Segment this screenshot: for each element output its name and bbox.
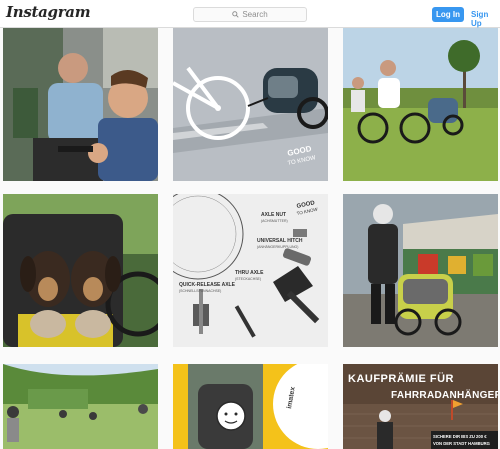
post-image-trailer-bonus-promo: KAUFPRÄMIE FÜR FAHRRADANHÄNGER SICHERE D… [343,364,498,449]
post-thumbnail-9[interactable]: KAUFPRÄMIE FÜR FAHRRADANHÄNGER SICHERE D… [343,364,498,449]
post-thumbnail-2[interactable]: GOOD TO KNOW [173,28,328,181]
quick-release-label: QUICK-RELEASE AXLE [179,282,236,288]
search-icon [232,11,239,18]
post-image-park-picnic [3,364,158,449]
post-image-trailer-with-baby-sticker: imatex [173,364,328,449]
promo-subline-2: VON DER STADT HAMBURG [433,441,490,446]
post-thumbnail-3[interactable] [343,28,498,181]
promo-subline-1: SICHERE DIR BIS ZU 200 € [433,434,487,439]
thru-axle-label: THRU AXLE [235,270,264,276]
post-image-axle-parts-illustration: AXLE NUT (ACHSMUTTER) UNIVERSAL HITCH (A… [173,194,328,347]
promo-headline-1: KAUFPRÄMIE FÜR [348,372,454,385]
post-image-dogs-in-trailer [3,194,158,347]
post-image-bike-trailer-illustration: GOOD TO KNOW [173,28,328,181]
post-image-family-cycling [343,28,498,181]
instagram-logo[interactable]: Instagram [6,3,91,21]
signup-link[interactable]: Sign Up [471,10,500,28]
post-thumbnail-6[interactable] [343,194,498,347]
universal-hitch-label: UNIVERSAL HITCH [257,238,303,244]
search-input[interactable]: Search [193,7,307,22]
post-thumbnail-4[interactable] [3,194,158,347]
login-button[interactable]: Log In [432,7,464,22]
search-placeholder: Search [242,10,268,19]
top-navigation-bar: Instagram Search Log In Sign Up [0,0,500,28]
post-thumbnail-7[interactable] [3,364,158,449]
thru-axle-sub: (STECKACHSE) [235,277,261,281]
quick-release-sub: (SCHNELLSPANNACHSE) [179,289,221,293]
post-thumbnail-1[interactable] [3,28,158,181]
axle-nut-sub: (ACHSMUTTER) [261,219,288,223]
promo-headline-2: FAHRRADANHÄNGER [391,388,498,401]
post-thumbnail-5[interactable]: AXLE NUT (ACHSMUTTER) UNIVERSAL HITCH (A… [173,194,328,347]
post-image-market-with-trailer [343,194,498,347]
post-thumbnail-8[interactable]: imatex [173,364,328,449]
axle-nut-label: AXLE NUT [261,212,286,218]
post-image-man-and-boy-on-bike [3,28,158,181]
universal-hitch-sub: (ANHÄNGERKUPPLUNG) [257,245,298,249]
